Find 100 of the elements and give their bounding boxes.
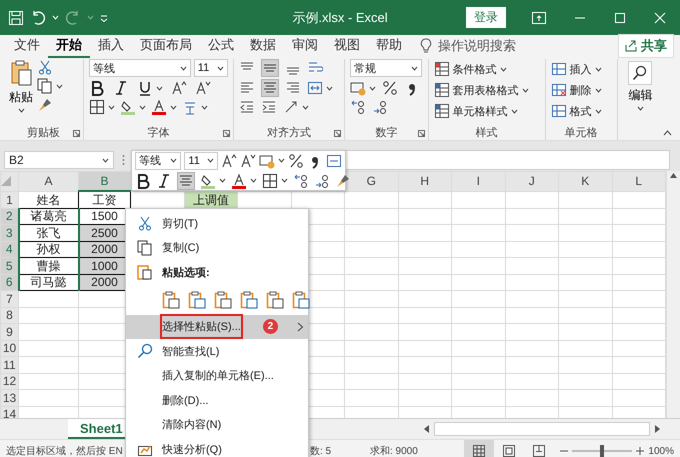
caret-icon[interactable] (281, 178, 288, 183)
table-format-icon[interactable] (434, 82, 450, 98)
caret-icon[interactable] (200, 104, 208, 110)
cells-button[interactable]: 格式 (550, 101, 612, 121)
increase-decimal-icon[interactable] (350, 99, 366, 115)
customize-icon[interactable] (100, 14, 108, 22)
caret-icon[interactable] (102, 158, 109, 162)
zoom-in-icon[interactable] (636, 447, 644, 455)
tell-me-search[interactable]: 操作说明搜索 (438, 37, 516, 55)
page-layout-icon[interactable] (502, 444, 516, 457)
paintbrush-icon[interactable] (37, 97, 53, 113)
fill-color-icon[interactable] (200, 172, 216, 188)
ribbon-tab[interactable]: 文件 (6, 34, 48, 58)
column-header[interactable]: A (18, 172, 78, 191)
menu-item[interactable]: 删除(D)... (126, 388, 308, 412)
paste-link-icon[interactable] (292, 290, 310, 308)
ribbon-tab[interactable]: 数据 (242, 34, 284, 58)
row-header[interactable]: 2 (0, 208, 18, 224)
increase-font-icon[interactable] (221, 152, 237, 168)
bold-icon[interactable] (135, 172, 151, 188)
menu-item[interactable]: 插入复制的单元格(E)... (126, 364, 308, 388)
caret-icon[interactable] (56, 84, 63, 88)
row-header[interactable]: 14 (0, 406, 18, 418)
column-header[interactable]: H (398, 172, 452, 191)
caret-icon[interactable] (510, 108, 518, 114)
fill-color-icon[interactable] (120, 99, 136, 115)
caret-icon[interactable] (18, 108, 24, 113)
row-header[interactable]: 7 (0, 290, 18, 307)
merge-center-icon[interactable] (306, 80, 323, 96)
zoom-level[interactable]: 100% (648, 446, 674, 456)
save-icon[interactable] (8, 10, 24, 26)
column-header[interactable]: B (78, 172, 130, 191)
caret-icon[interactable] (180, 66, 187, 70)
row-header[interactable]: 12 (0, 373, 18, 390)
row-header[interactable]: 3 (0, 224, 18, 241)
row-header[interactable]: 5 (0, 258, 18, 274)
smart-lookup-icon[interactable] (137, 343, 153, 360)
caret-icon[interactable] (594, 66, 602, 72)
scroll-left-icon[interactable] (422, 423, 432, 435)
number-format-field[interactable]: 常规 (350, 59, 422, 77)
zoom-slider-thumb[interactable] (600, 445, 604, 457)
caret-icon[interactable] (170, 104, 177, 110)
row-header[interactable]: 10 (0, 340, 18, 356)
ribbon-tab[interactable]: 帮助 (368, 34, 410, 58)
copy-icon[interactable] (137, 240, 153, 256)
row-header[interactable]: 1 (0, 191, 18, 208)
format-cells-icon[interactable] (550, 103, 567, 119)
font-name-field[interactable]: 等线 (88, 59, 191, 77)
column-header[interactable]: G (344, 172, 398, 191)
view-button[interactable] (464, 440, 494, 457)
caret-icon[interactable] (250, 178, 257, 183)
style-button[interactable]: 单元格样式 (434, 101, 540, 121)
caret-icon[interactable] (368, 86, 376, 90)
menu-item[interactable]: 快速分析(Q) (126, 437, 308, 457)
dialog-launcher-icon[interactable] (72, 130, 80, 137)
menu-item[interactable]: 智能查找(L) (126, 339, 308, 364)
caret-icon[interactable] (219, 178, 226, 183)
row-header[interactable]: 11 (0, 356, 18, 373)
column-header[interactable]: K (558, 172, 612, 191)
row-header[interactable]: 4 (0, 241, 18, 258)
lightbulb-icon[interactable] (420, 38, 432, 54)
ribbon-display-icon[interactable] (532, 12, 546, 24)
caret-icon[interactable] (207, 158, 214, 163)
copy-icon[interactable] (37, 78, 53, 94)
cells-button[interactable]: 插入 (550, 59, 612, 79)
align-center-icon[interactable] (178, 172, 194, 188)
caret-icon[interactable] (410, 66, 418, 70)
ribbon-tab[interactable]: 公式 (200, 34, 242, 58)
clipboard-icon[interactable] (137, 264, 153, 280)
font-color-icon[interactable] (150, 99, 167, 115)
menu-item[interactable]: 选择性粘贴(S)... 2 (126, 314, 308, 339)
column-header[interactable]: J (505, 172, 558, 191)
paste-button[interactable]: 粘贴 (9, 59, 33, 124)
merge-center-icon[interactable] (326, 152, 342, 168)
font-size-field[interactable]: 11 (184, 152, 218, 170)
share-button[interactable]: 共享 (618, 34, 674, 58)
percent-icon[interactable] (382, 80, 398, 96)
paste-values-icon[interactable] (188, 290, 206, 308)
collapse-ribbon-icon[interactable] (663, 130, 672, 136)
caret-icon[interactable] (636, 106, 644, 111)
share-icon[interactable] (625, 40, 637, 52)
paste-icon[interactable] (162, 290, 180, 308)
paste-transpose-icon[interactable] (240, 290, 258, 308)
cell-style-icon[interactable] (434, 103, 450, 119)
decrease-font-icon[interactable] (240, 152, 256, 168)
caret-icon[interactable] (500, 66, 507, 72)
caret-icon[interactable] (594, 108, 602, 114)
login-button[interactable]: 登录 (466, 7, 506, 28)
cells-button[interactable]: 删除 (550, 80, 612, 100)
caret-icon[interactable] (138, 104, 146, 110)
font-name-field[interactable]: 等线 (135, 152, 182, 170)
row-header[interactable]: 13 (0, 390, 18, 406)
column-header[interactable]: I (452, 172, 505, 191)
maximize-icon[interactable] (614, 12, 626, 24)
insert-cells-icon[interactable] (550, 61, 567, 77)
decrease-indent-icon[interactable] (238, 99, 255, 115)
clipboard-icon[interactable] (10, 59, 32, 87)
increase-decimal-icon[interactable] (293, 172, 309, 188)
increase-indent-icon[interactable] (260, 99, 277, 115)
caret-icon[interactable] (522, 88, 529, 92)
